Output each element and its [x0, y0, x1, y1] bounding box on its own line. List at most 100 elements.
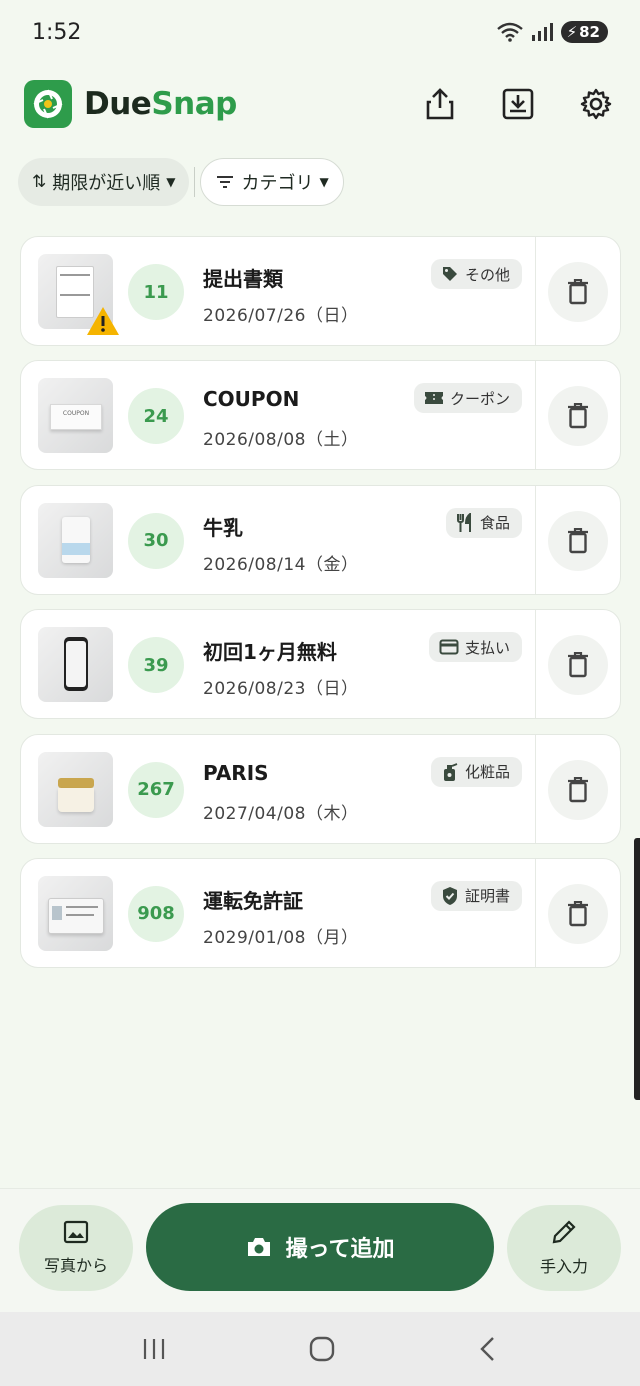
battery-level: 82 — [579, 23, 600, 41]
manual-entry-button[interactable]: 手入力 — [507, 1205, 621, 1291]
share-button[interactable] — [416, 80, 464, 128]
bottom-action-bar: 写真から 撮って追加 手入力 — [0, 1188, 640, 1312]
filter-icon — [217, 176, 234, 188]
card-divider — [535, 610, 536, 719]
status-icons: ⚡ 82 — [496, 21, 608, 43]
share-icon — [426, 88, 454, 120]
category-tag: クーポン — [413, 383, 522, 414]
app-title-part2: Snap — [151, 86, 237, 122]
item-date: 2026/08/23（日） — [203, 679, 359, 700]
filter-divider — [194, 167, 196, 197]
gear-icon — [580, 88, 612, 120]
recent-apps-icon[interactable] — [141, 1337, 167, 1361]
item-thumbnail — [38, 502, 113, 578]
days-remaining-badge: 908 — [128, 885, 184, 942]
download-icon — [502, 88, 534, 120]
item-thumbnail — [38, 751, 113, 827]
delete-button[interactable] — [548, 510, 608, 571]
days-remaining-badge: 30 — [128, 512, 184, 569]
home-icon[interactable] — [308, 1335, 336, 1363]
from-photo-button[interactable]: 写真から — [19, 1205, 133, 1291]
card-divider — [535, 858, 536, 967]
back-icon[interactable] — [477, 1335, 499, 1363]
battery-indicator: ⚡ 82 — [560, 21, 608, 43]
item-thumbnail — [38, 627, 113, 703]
status-bar: 1:52 ⚡ 82 — [0, 0, 640, 64]
list-item[interactable]: 267 PARIS 2027/04/08（木） 化粧品 — [20, 733, 621, 844]
dropdown-arrow-icon: ▼ — [319, 175, 329, 189]
warning-icon — [87, 307, 119, 335]
charging-icon: ⚡ — [566, 23, 578, 41]
sort-icon: ⇅ — [32, 172, 47, 192]
item-list: 11 提出書類 2026/07/26（日） その他 COUPON 24 COUP… — [20, 236, 621, 982]
list-item[interactable]: COUPON 24 COUPON 2026/08/08（土） クーポン — [20, 360, 621, 471]
manual-entry-label: 手入力 — [539, 1257, 588, 1276]
utensils-icon — [456, 512, 471, 532]
category-tag-label: クーポン — [449, 389, 510, 408]
trash-icon — [568, 279, 588, 305]
list-item[interactable]: 30 牛乳 2026/08/14（金） 食品 — [20, 484, 621, 595]
delete-button[interactable] — [548, 386, 608, 447]
item-date: 2026/08/14（金） — [203, 554, 359, 575]
category-tag: 支払い — [428, 632, 522, 663]
status-time: 1:52 — [32, 19, 82, 45]
verified-shield-icon — [442, 886, 457, 905]
capture-add-label: 撮って追加 — [285, 1237, 395, 1262]
item-name: 提出書類 — [203, 267, 283, 291]
days-remaining-badge: 11 — [128, 264, 184, 320]
category-tag: 食品 — [445, 507, 522, 538]
category-tag-label: 証明書 — [464, 887, 510, 906]
delete-button[interactable] — [548, 883, 608, 944]
edge-panel-handle[interactable] — [634, 838, 640, 1100]
list-item[interactable]: 39 初回1ヶ月無料 2026/08/23（日） 支払い — [20, 609, 621, 720]
category-label: カテゴリ — [241, 173, 314, 194]
item-date: 2029/01/08（月） — [203, 927, 359, 948]
card-divider — [535, 361, 536, 470]
app-logo-icon — [24, 80, 72, 128]
category-dropdown[interactable]: カテゴリ ▼ — [200, 158, 344, 206]
category-tag: その他 — [430, 259, 522, 289]
trash-icon — [568, 652, 588, 678]
item-date: 2026/07/26（日） — [203, 306, 359, 326]
thumbnail-coupon-text: COUPON — [50, 404, 102, 431]
download-button[interactable] — [494, 80, 542, 128]
category-tag-label: 化粧品 — [464, 763, 510, 782]
item-name: PARIS — [203, 760, 269, 785]
item-name: 初回1ヶ月無料 — [203, 640, 337, 665]
item-date: 2026/08/08（土） — [203, 430, 359, 451]
trash-icon — [568, 900, 588, 927]
trash-icon — [568, 527, 588, 553]
item-name: 運転免許証 — [203, 888, 303, 913]
trash-icon — [568, 776, 588, 802]
days-remaining-badge: 267 — [128, 761, 184, 818]
card-divider — [535, 237, 536, 345]
list-item[interactable]: 11 提出書類 2026/07/26（日） その他 — [20, 236, 621, 346]
delete-button[interactable] — [548, 635, 608, 696]
sort-label: 期限が近い順 — [52, 173, 161, 194]
card-divider — [535, 485, 536, 594]
category-tag-label: その他 — [464, 265, 510, 284]
category-tag: 証明書 — [430, 880, 522, 911]
settings-button[interactable] — [572, 80, 620, 128]
image-icon — [63, 1220, 89, 1244]
sort-dropdown[interactable]: ⇅ 期限が近い順 ▼ — [18, 158, 190, 206]
list-item[interactable]: 908 運転免許証 2029/01/08（月） 証明書 — [20, 857, 621, 968]
trash-icon — [568, 403, 588, 429]
header-actions — [416, 80, 620, 128]
category-tag: 化粧品 — [430, 756, 522, 787]
item-thumbnail: COUPON — [38, 378, 113, 454]
wifi-icon — [496, 22, 523, 42]
delete-button[interactable] — [548, 262, 608, 322]
tag-icon — [442, 267, 457, 281]
capture-add-button[interactable]: 撮って追加 — [146, 1203, 494, 1291]
category-tag-label: 支払い — [464, 638, 510, 657]
from-photo-label: 写真から — [43, 1256, 108, 1275]
filter-bar: ⇅ 期限が近い順 ▼ カテゴリ ▼ — [18, 158, 344, 206]
delete-button[interactable] — [548, 759, 608, 820]
camera-icon — [247, 1238, 270, 1256]
app-title-part1: Due — [84, 86, 152, 122]
category-tag-label: 食品 — [479, 514, 510, 533]
pencil-icon — [552, 1220, 576, 1244]
card-divider — [535, 734, 536, 843]
system-nav-bar — [0, 1312, 640, 1386]
